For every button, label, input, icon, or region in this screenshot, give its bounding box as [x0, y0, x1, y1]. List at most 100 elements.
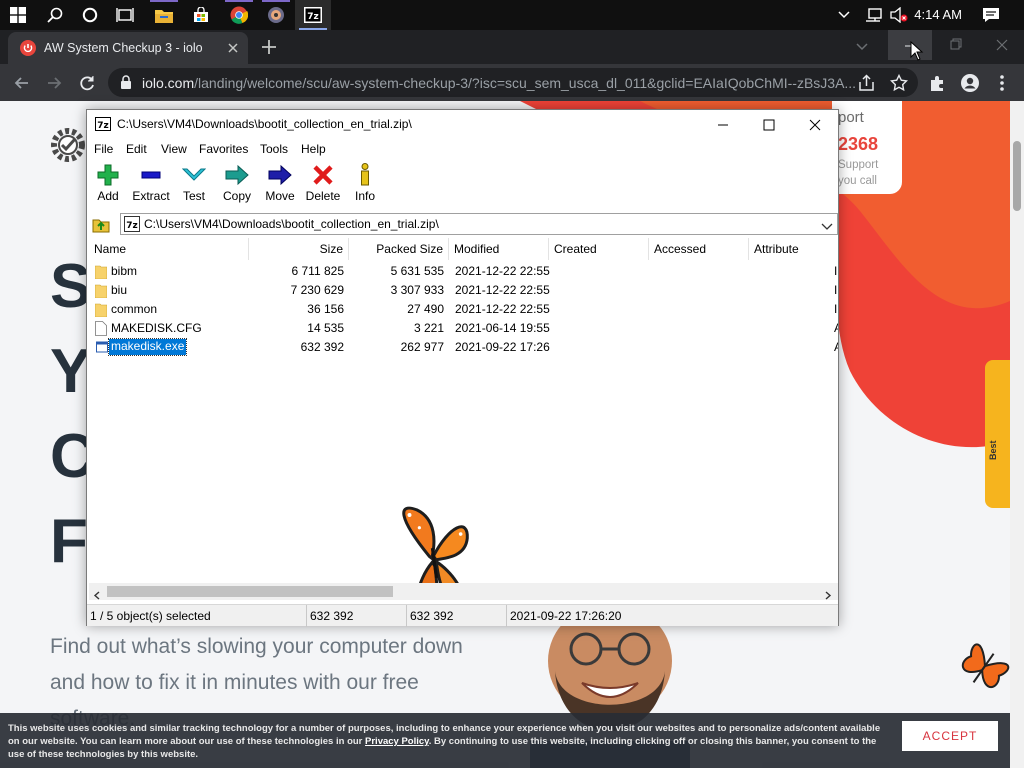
row-packed-size: 3 221	[413, 321, 444, 335]
row-packed-size: 262 977	[400, 340, 444, 354]
profile-icon[interactable]	[960, 73, 980, 93]
row-attribute: I	[834, 283, 838, 297]
file-list[interactable]: Name Size Packed Size Modified Created A…	[89, 238, 838, 583]
close-browser-icon[interactable]	[980, 30, 1024, 60]
column-name[interactable]: Name	[89, 238, 249, 260]
up-folder-icon[interactable]	[91, 214, 111, 234]
column-packed-size[interactable]: Packed Size	[349, 238, 449, 260]
column-accessed[interactable]: Accessed	[649, 238, 749, 260]
cortana-icon[interactable]	[72, 0, 108, 30]
forward-icon[interactable]	[44, 73, 64, 93]
restore-browser-icon[interactable]	[934, 30, 978, 60]
add-button[interactable]: Add	[85, 163, 131, 207]
7zip-titlebar[interactable]: 7z C:\Users\VM4\Downloads\bootit_collect…	[87, 110, 838, 139]
delete-button[interactable]: Delete	[300, 163, 346, 207]
info-button[interactable]: Info	[342, 163, 388, 207]
address-bar[interactable]: iolo.com/landing/welcome/scu/aw-system-c…	[108, 68, 918, 97]
tab-search-chevron-icon[interactable]	[855, 40, 869, 54]
network-icon[interactable]	[860, 0, 888, 30]
menu-view[interactable]: View	[161, 142, 187, 156]
iolo-favicon-icon	[20, 40, 36, 56]
new-tab-icon[interactable]	[260, 38, 278, 56]
side-badge[interactable]: Best	[985, 360, 1010, 508]
accept-cookies-button[interactable]: ACCEPT	[902, 721, 998, 751]
minimize-icon[interactable]	[700, 110, 746, 139]
7zip-icon[interactable]: 7z	[295, 0, 331, 30]
copy-button[interactable]: Copy	[214, 163, 260, 207]
menu-help[interactable]: Help	[301, 142, 326, 156]
folder-icon	[95, 303, 107, 317]
extract-button[interactable]: Extract	[128, 163, 174, 207]
scroll-left-icon[interactable]	[93, 587, 101, 600]
browser-tab-strip: AW System Checkup 3 - iolo	[0, 30, 1024, 64]
status-bar: 1 / 5 object(s) selected 632 392 632 392…	[87, 604, 838, 627]
table-row[interactable]: common 36 156 27 490 2021-12-22 22:55 I	[89, 300, 838, 319]
close-tab-icon[interactable]	[226, 41, 240, 55]
store-icon[interactable]	[183, 0, 219, 30]
share-icon[interactable]	[858, 74, 876, 92]
column-modified[interactable]: Modified	[449, 238, 549, 260]
row-packed-size: 3 307 933	[390, 283, 444, 297]
menu-tools[interactable]: Tools	[260, 142, 288, 156]
table-row[interactable]: MAKEDISK.CFG 14 535 3 221 2021-06-14 19:…	[89, 319, 838, 338]
scroll-right-icon[interactable]	[824, 587, 832, 600]
side-badge-label: Best	[988, 440, 998, 460]
back-icon[interactable]	[12, 73, 32, 93]
task-view-icon[interactable]	[107, 0, 143, 30]
column-size[interactable]: Size	[249, 238, 349, 260]
page-scrollbar[interactable]	[1010, 101, 1024, 768]
close-icon[interactable]	[792, 110, 838, 139]
table-row-selected[interactable]: makedisk.exe 632 392 262 977 2021-09-22 …	[89, 338, 838, 357]
menu-file[interactable]: File	[94, 142, 113, 156]
row-size: 6 711 825	[291, 264, 345, 278]
table-row[interactable]: biu 7 230 629 3 307 933 2021-12-22 22:55…	[89, 281, 838, 300]
windows-start-icon[interactable]	[0, 0, 36, 30]
chrome-icon[interactable]	[221, 0, 257, 30]
test-button[interactable]: Test	[171, 163, 217, 207]
more-menu-icon[interactable]	[994, 73, 1010, 93]
taskbar-clock[interactable]: 4:14 AM	[914, 0, 962, 30]
row-size: 7 230 629	[290, 283, 344, 297]
table-row[interactable]: bibm 6 711 825 5 631 535 2021-12-22 22:5…	[89, 262, 838, 281]
row-name: biu	[111, 283, 128, 297]
row-modified: 2021-12-22 22:55	[455, 283, 550, 297]
path-input[interactable]: 7z C:\Users\VM4\Downloads\bootit_collect…	[120, 213, 838, 235]
svg-text:7z: 7z	[307, 12, 319, 22]
media-icon[interactable]	[258, 0, 294, 30]
search-icon[interactable]	[37, 0, 73, 30]
file-explorer-icon[interactable]	[146, 0, 182, 30]
column-attribute[interactable]: Attribute	[749, 238, 838, 260]
url-text: iolo.com/landing/welcome/scu/aw-system-c…	[142, 75, 856, 91]
privacy-policy-link[interactable]: Privacy Policy	[365, 736, 429, 747]
maximize-icon[interactable]	[746, 110, 792, 139]
status-packed: 632 392	[407, 605, 507, 627]
menu-favorites[interactable]: Favorites	[199, 142, 248, 156]
extract-label: Extract	[132, 189, 170, 203]
support-phone[interactable]: 2368	[838, 134, 878, 155]
lock-icon[interactable]	[120, 75, 132, 89]
chevron-up-icon[interactable]	[832, 0, 856, 30]
scrollbar-thumb[interactable]	[107, 586, 393, 597]
page-scrollbar-thumb[interactable]	[1013, 141, 1021, 211]
notifications-icon[interactable]	[976, 0, 1006, 30]
column-created[interactable]: Created	[549, 238, 649, 260]
row-packed-size: 27 490	[407, 302, 444, 316]
extensions-icon[interactable]	[928, 73, 948, 93]
menu-edit[interactable]: Edit	[126, 142, 147, 156]
row-attribute: I	[834, 302, 838, 316]
tab-title: AW System Checkup 3 - iolo	[44, 41, 203, 55]
horizontal-scrollbar[interactable]	[89, 583, 838, 600]
document-icon	[95, 321, 107, 336]
browser-toolbar: iolo.com/landing/welcome/scu/aw-system-c…	[0, 64, 1024, 101]
cookie-text: This website uses cookies and similar tr…	[8, 722, 888, 761]
extract-icon	[141, 171, 161, 179]
reload-icon[interactable]	[77, 73, 97, 93]
move-button[interactable]: Move	[257, 163, 303, 207]
path-dropdown-icon[interactable]	[821, 219, 833, 230]
browser-tab[interactable]: AW System Checkup 3 - iolo	[8, 32, 248, 64]
info-icon	[361, 163, 369, 186]
bookmark-star-icon[interactable]	[889, 73, 909, 92]
url-path: /landing/welcome/scu/aw-system-checkup-3…	[194, 75, 857, 91]
volume-muted-icon[interactable]	[886, 0, 912, 30]
move-icon	[268, 164, 292, 186]
